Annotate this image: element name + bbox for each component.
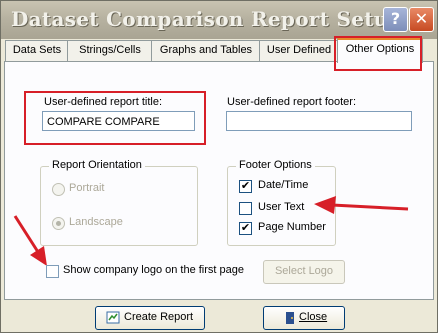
create-report-button[interactable]: Create Report bbox=[95, 306, 205, 330]
checkmark-icon: ✔ bbox=[240, 222, 251, 234]
create-report-label: Create Report bbox=[124, 311, 194, 323]
tab-user-defined[interactable]: User Defined bbox=[259, 40, 339, 61]
help-button[interactable]: ? bbox=[383, 7, 408, 32]
tab-data-sets[interactable]: Data Sets bbox=[5, 40, 69, 61]
report-icon bbox=[106, 311, 120, 324]
page-number-label: Page Number bbox=[258, 221, 326, 233]
close-window-button[interactable]: ✕ bbox=[409, 7, 434, 32]
portrait-radio[interactable] bbox=[52, 183, 65, 196]
report-title-input[interactable]: COMPARE COMPARE bbox=[42, 111, 195, 131]
help-icon: ? bbox=[390, 9, 401, 28]
door-exit-icon bbox=[284, 311, 296, 324]
other-options-panel: User-defined report title: COMPARE COMPA… bbox=[4, 61, 434, 300]
landscape-radio-dot bbox=[56, 221, 61, 226]
arrow-annotation-logo bbox=[13, 215, 47, 266]
landscape-label: Landscape bbox=[69, 216, 123, 228]
report-orientation-title: Report Orientation bbox=[49, 159, 145, 171]
arrow-annotation-user-text bbox=[314, 196, 409, 214]
report-title-label: User-defined report title: bbox=[44, 96, 162, 108]
window-title: Dataset Comparison Report Setup bbox=[11, 7, 403, 31]
portrait-label: Portrait bbox=[69, 182, 105, 194]
report-footer-label: User-defined report footer: bbox=[227, 96, 357, 108]
close-label: Close bbox=[299, 311, 328, 323]
show-logo-label: Show company logo on the first page bbox=[63, 264, 245, 276]
footer-options-title: Footer Options bbox=[236, 159, 315, 171]
tab-highlight bbox=[334, 36, 422, 71]
tab-strings-cells[interactable]: Strings/Cells bbox=[67, 40, 153, 61]
user-text-label: User Text bbox=[258, 201, 305, 213]
title-bar[interactable]: Dataset Comparison Report Setup ? ✕ bbox=[1, 1, 437, 39]
dialog-window: Dataset Comparison Report Setup ? ✕ Data… bbox=[0, 0, 438, 333]
select-logo-button[interactable]: Select Logo bbox=[263, 260, 345, 284]
close-button[interactable]: Close bbox=[263, 306, 345, 330]
date-time-label: Date/Time bbox=[258, 179, 309, 191]
report-orientation-group: Report Orientation bbox=[40, 159, 198, 246]
report-footer-input[interactable] bbox=[226, 111, 412, 131]
checkmark-icon: ✔ bbox=[240, 180, 251, 192]
close-icon: ✕ bbox=[414, 9, 429, 28]
user-text-checkbox[interactable] bbox=[239, 202, 252, 215]
date-time-checkbox[interactable]: ✔ bbox=[239, 180, 252, 193]
show-logo-checkbox[interactable] bbox=[46, 265, 59, 278]
landscape-radio[interactable] bbox=[52, 217, 65, 230]
tab-graphs-and-tables[interactable]: Graphs and Tables bbox=[151, 40, 261, 61]
page-number-checkbox[interactable]: ✔ bbox=[239, 222, 252, 235]
